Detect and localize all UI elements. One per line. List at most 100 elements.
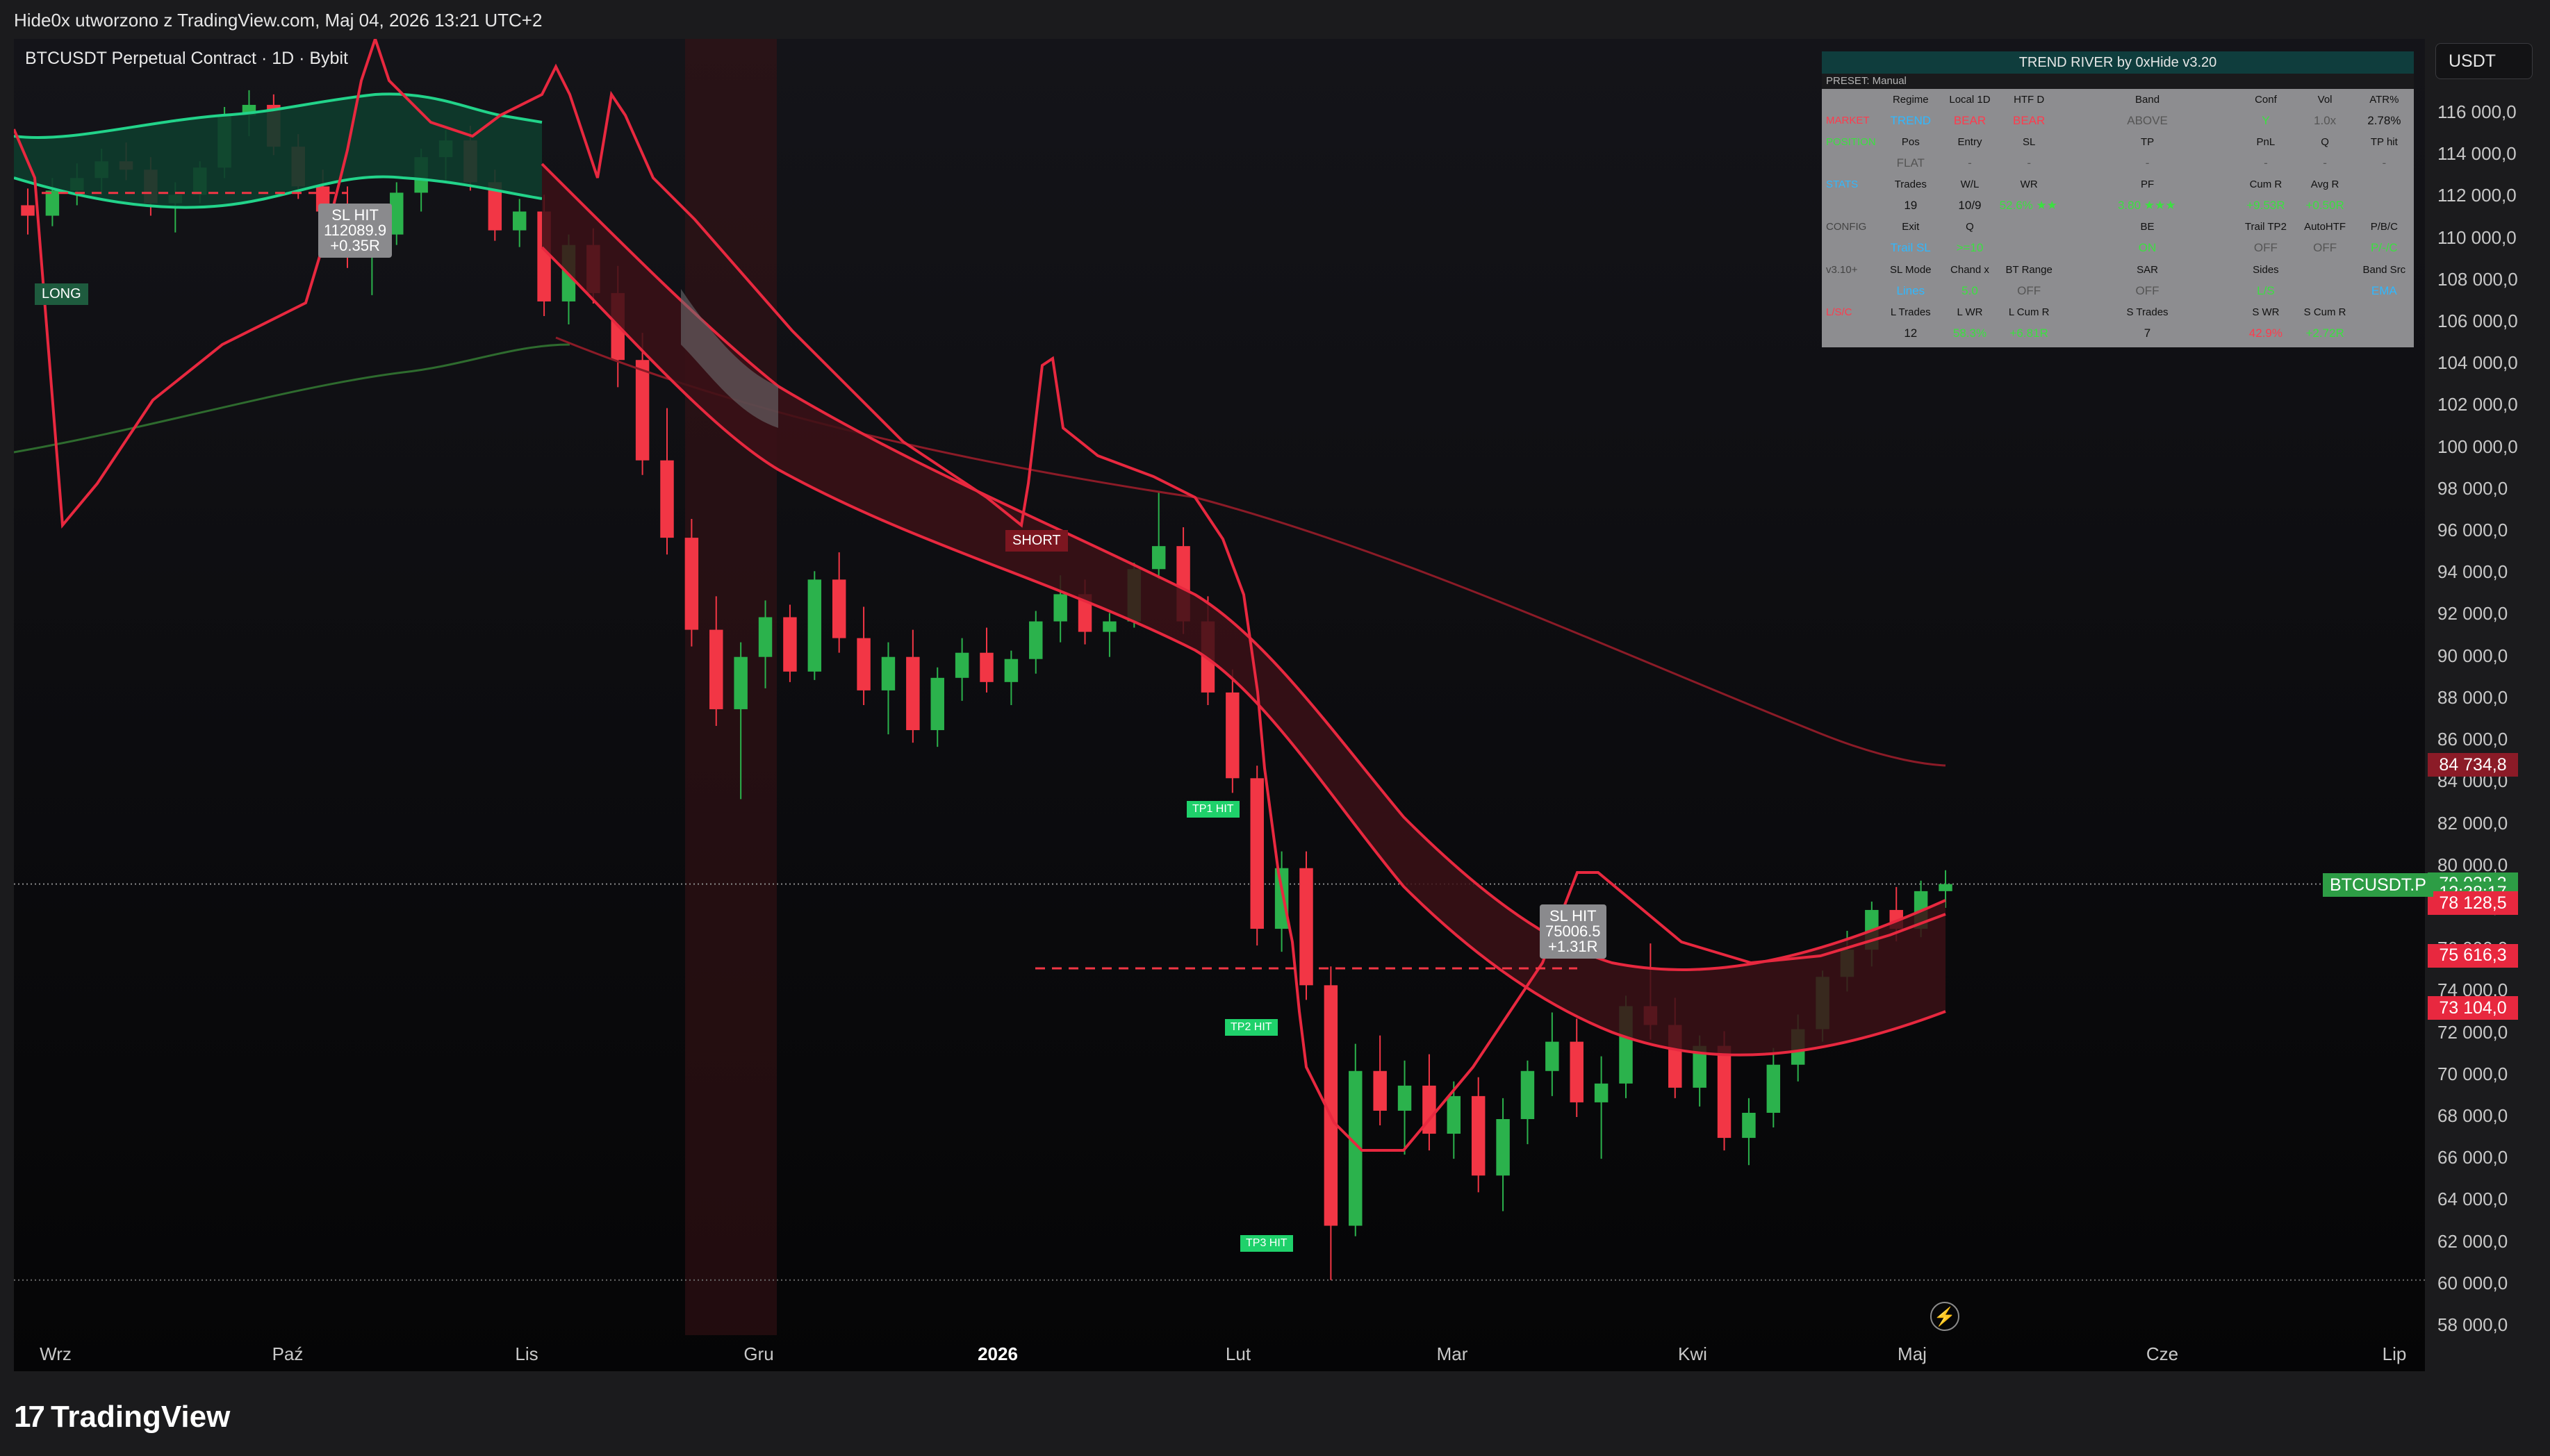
candle-body	[1029, 621, 1043, 659]
panel-cell: OFF	[2253, 241, 2278, 255]
candle-body	[1373, 1070, 1387, 1111]
time-tick-label: Paź	[272, 1343, 304, 1364]
candle-body	[684, 538, 699, 630]
panel-cell: TREND	[1890, 113, 1932, 127]
panel-cell: L/S/C	[1826, 306, 1852, 318]
panel-cell: Entry	[1957, 135, 1982, 148]
panel-cell: Sides	[2253, 263, 2279, 276]
panel-row: CONFIG Exit Q BE Trail TP2 AutoHTF P/B/C	[1822, 217, 2414, 238]
panel-cell	[2000, 217, 2059, 238]
panel-cell: Trail TP2	[2244, 221, 2287, 233]
panel-cell: Band Src	[2362, 263, 2406, 276]
price-tick-label: 92 000,0	[2437, 603, 2508, 624]
panel-cell: -	[2264, 156, 2268, 170]
sl-hit-2-line3: +1.31R	[1547, 938, 1598, 955]
panel-cell	[1822, 153, 1881, 174]
price-tag: 78 128,5	[2428, 891, 2518, 916]
price-tick-label: 60 000,0	[2437, 1272, 2508, 1293]
candle-body	[758, 617, 773, 657]
indicator-panel: TREND RIVER by 0xHide v3.20 PRESET: Manu…	[1822, 51, 2414, 347]
candle-body	[955, 652, 969, 678]
panel-cell	[2059, 217, 2118, 238]
panel-cell: +6.81R	[2009, 326, 2048, 340]
panel-row: MARKET TREND BEAR BEAR ABOVE Y 1.0x 2.78%	[1822, 110, 2414, 132]
panel-cell: -	[1968, 156, 1972, 170]
panel-cell	[2059, 238, 2118, 259]
panel-cell	[2177, 259, 2236, 281]
panel-cell	[2059, 110, 2118, 132]
candle-body	[660, 460, 674, 538]
panel-cell	[2059, 301, 2118, 323]
candle-body	[807, 579, 822, 672]
panel-cell: Q	[2321, 135, 2329, 148]
panel-cell: SAR	[2137, 263, 2158, 276]
sl-hit-2-line1: SL HIT	[1549, 907, 1597, 925]
panel-cell: 2.78%	[2367, 113, 2401, 127]
price-tick-label: 58 000,0	[2437, 1314, 2508, 1335]
panel-cell: OFF	[2313, 241, 2337, 255]
panel-cell	[2059, 280, 2118, 301]
panel-cell	[2177, 280, 2236, 301]
candle-body	[1397, 1085, 1412, 1111]
price-tick-label: 112 000,0	[2437, 185, 2517, 206]
panel-cell: ABOVE	[2127, 113, 2168, 127]
symbol-title[interactable]: BTCUSDT Perpetual Contract · 1D · Bybit	[25, 49, 348, 69]
tp2-marker: TP2 HIT	[1225, 1019, 1278, 1036]
price-tick-label: 116 000,0	[2437, 101, 2517, 122]
panel-cell: -	[2323, 156, 2327, 170]
bottom-bar	[0, 1371, 2550, 1456]
panel-row: FLAT - - - - - -	[1822, 153, 2414, 174]
tradingview-wordmark: TradingView	[50, 1400, 231, 1434]
panel-cell	[2059, 323, 2118, 345]
time-tick-label: Gru	[743, 1343, 774, 1364]
panel-row: 12 58.3% +6.81R 7 42.9% +2.72R	[1822, 323, 2414, 345]
panel-title: TREND RIVER by 0xHide v3.20	[1822, 51, 2414, 74]
price-tick-label: 114 000,0	[2437, 143, 2517, 165]
lightning-icon[interactable]: ⚡	[1930, 1302, 1959, 1331]
tradingview-logo[interactable]: 17 TradingView	[14, 1396, 230, 1438]
price-tag: 84 734,8	[2428, 753, 2518, 777]
time-tick-label: Cze	[2146, 1343, 2179, 1364]
panel-cell: +2.72R	[2305, 326, 2344, 340]
panel-cell: 10/9	[1958, 199, 1982, 213]
candle-body	[1471, 1095, 1486, 1176]
panel-cell: -	[2145, 156, 2150, 170]
panel-cell: HTF D	[2014, 93, 2045, 106]
price-tick-label: 102 000,0	[2437, 394, 2518, 415]
panel-cell: Cum R	[2249, 179, 2282, 191]
panel-cell: >=10	[1956, 241, 1984, 255]
panel-cell: Band	[2135, 93, 2160, 106]
panel-row: 19 10/9 52.6% ★★★☆☆ 3.80 ★★★★★ +9.53R +0.50R	[1822, 195, 2414, 217]
sl-hit-marker-2: SL HIT 75006.5 +1.31R	[1540, 904, 1606, 959]
price-tick-label: 96 000,0	[2437, 520, 2508, 541]
session-highlight	[685, 39, 777, 1335]
panel-table: Regime Local 1D HTF D Band Conf Vol ATR% MARKET…	[1822, 89, 2414, 344]
candle-body	[1545, 1041, 1559, 1071]
panel-cell: Trail SL	[1890, 241, 1931, 255]
panel-cell	[2177, 323, 2236, 345]
candle-body	[1103, 621, 1117, 632]
price-tick-label: 106 000,0	[2437, 311, 2518, 332]
panel-cell: OFF	[2135, 283, 2160, 297]
panel-cell	[2177, 174, 2236, 195]
time-tick-label: Mar	[1436, 1343, 1468, 1364]
tradingview-mark-icon: 17	[14, 1400, 45, 1434]
short-marker: SHORT	[1005, 530, 1068, 552]
price-tick-label: 72 000,0	[2437, 1021, 2508, 1043]
panel-cell	[2059, 259, 2118, 281]
panel-cell	[2355, 195, 2414, 217]
panel-cell	[2355, 174, 2414, 195]
currency-button[interactable]: USDT	[2435, 43, 2533, 79]
candle-body	[1151, 546, 1166, 570]
long-marker: LONG	[35, 283, 88, 305]
panel-cell	[2177, 89, 2236, 110]
panel-cell: SL	[2022, 135, 2036, 148]
panel-cell: PF	[2140, 179, 2155, 191]
candle-body	[734, 656, 748, 709]
candle-body	[881, 656, 896, 690]
candle-body	[783, 617, 797, 672]
panel-cell: AutoHTF	[2304, 221, 2346, 233]
sl-hit-marker-1: SL HIT 112089.9 +0.35R	[318, 204, 393, 258]
panel-cell: WR	[2020, 179, 2038, 191]
panel-cell: BT Range	[2005, 263, 2053, 276]
